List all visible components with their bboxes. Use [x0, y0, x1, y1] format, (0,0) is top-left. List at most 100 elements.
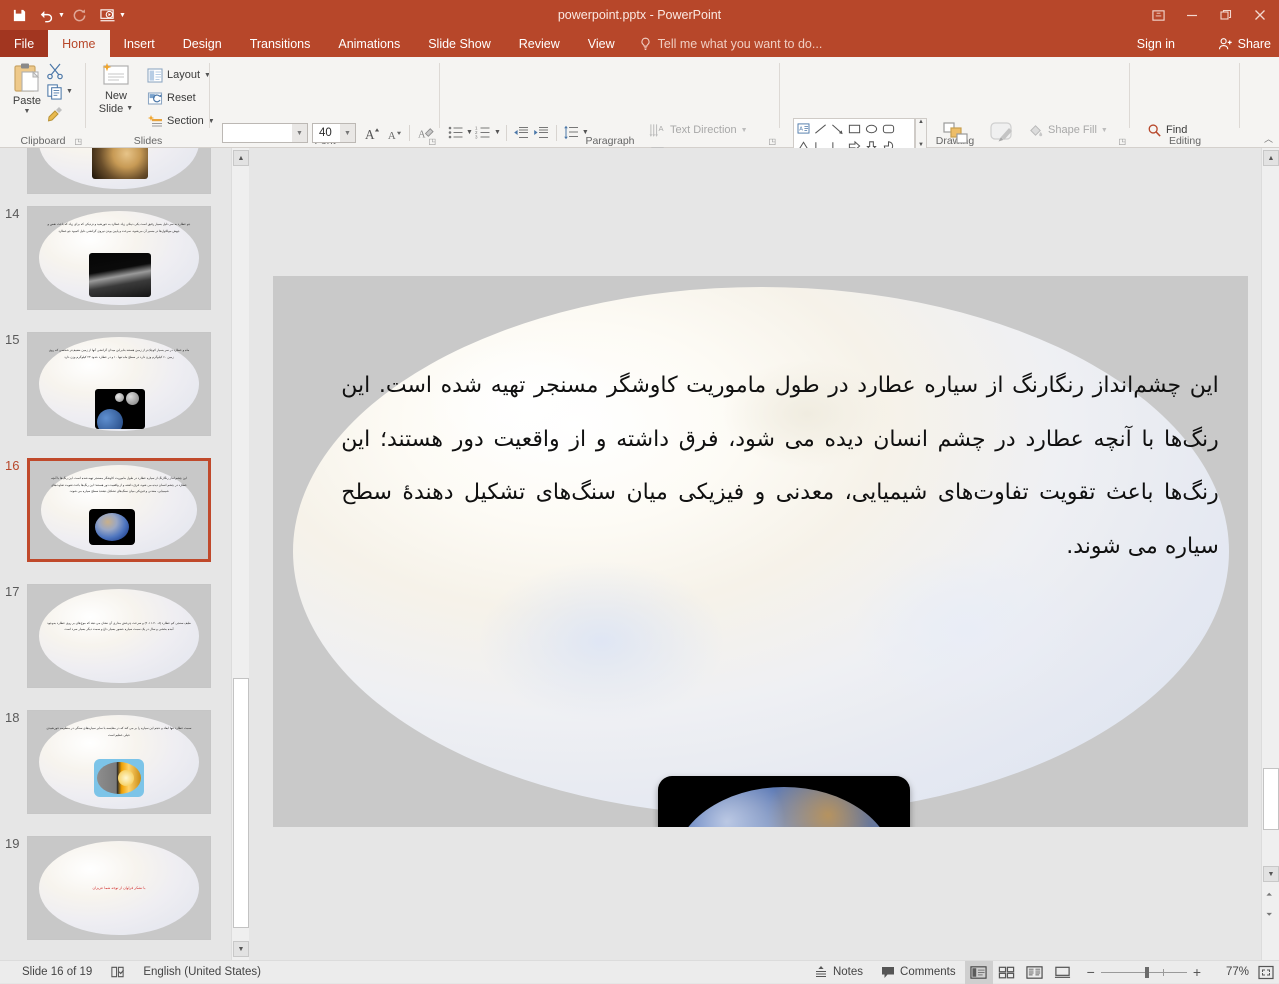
font-name-dropdown-icon[interactable]: ▼	[292, 124, 307, 142]
undo-icon[interactable]	[34, 2, 60, 28]
list-item[interactable]: 18 سمت عطارد تنها ابعاد و حجم این سیاره …	[5, 710, 211, 814]
zoom-out-button[interactable]: −	[1081, 964, 1101, 980]
paste-button[interactable]: Paste ▼	[4, 61, 50, 116]
save-icon[interactable]	[6, 2, 32, 28]
decrease-indent-button[interactable]	[512, 123, 531, 142]
current-slide[interactable]: این چشم‌انداز رنگارنگ از سیاره عطارد در …	[273, 276, 1248, 827]
customize-qat-icon[interactable]: ▼	[119, 12, 126, 19]
line-spacing-button[interactable]	[562, 123, 581, 142]
slide-thumbnail-15[interactable]: ماه و عطارد در سر بسیار کوچک‌تر از زمین …	[27, 332, 211, 436]
font-size-dropdown-icon[interactable]: ▼	[340, 124, 355, 142]
thumbnail-scrollbar[interactable]: ▲ ▼	[231, 148, 249, 960]
slide-image-mercury[interactable]	[658, 776, 910, 827]
shape-rounded-rectangle-icon[interactable]	[880, 120, 897, 137]
shape-rectangle-icon[interactable]	[846, 120, 863, 137]
find-button[interactable]: Find	[1144, 119, 1190, 141]
zoom-slider-handle[interactable]	[1144, 966, 1149, 978]
undo-dropdown-icon[interactable]: ▼	[58, 12, 65, 19]
slide-sorter-view-button[interactable]	[993, 961, 1021, 984]
collapse-ribbon-button[interactable]: ︿	[1264, 132, 1273, 145]
language-indicator[interactable]: English (United States)	[134, 961, 270, 984]
numbering-button[interactable]: 123	[474, 123, 493, 142]
font-name-input[interactable]: ▼	[222, 123, 308, 143]
list-item[interactable]: 19 با تشکر فراوان از توجه شما عزیزان	[5, 836, 211, 940]
tell-me-box[interactable]: Tell me what you want to do...	[629, 30, 833, 57]
tab-transitions[interactable]: Transitions	[236, 30, 325, 57]
clear-formatting-button[interactable]: A	[415, 123, 435, 143]
new-slide-button[interactable]: New Slide ▼	[92, 62, 140, 115]
ribbon-display-options-icon[interactable]	[1141, 0, 1175, 30]
notes-button[interactable]: Notes	[805, 961, 872, 984]
clipboard-dialog-launcher[interactable]: ◳	[74, 137, 82, 146]
slide-thumbnail-17[interactable]: طیف سنجی کم عطارد (۲۰۰۸-۲۰۱۱) و سرعت چرخ…	[27, 584, 211, 688]
shape-oval-icon[interactable]	[863, 120, 880, 137]
shape-fill-dropdown-icon[interactable]: ▼	[1101, 127, 1108, 134]
copy-dropdown-icon[interactable]: ▼	[66, 88, 73, 95]
list-item[interactable]: 14 جو عطارد به سر دلیل بسیار رقیق است یک…	[5, 206, 211, 310]
slide-thumbnail-19[interactable]: با تشکر فراوان از توجه شما عزیزان	[27, 836, 211, 940]
slide-thumbnail-pane[interactable]: 14 جو عطارد به سر دلیل بسیار رقیق است یک…	[0, 148, 231, 960]
sign-in-button[interactable]: Sign in	[1137, 30, 1175, 57]
shape-arrow-icon[interactable]	[829, 120, 846, 137]
slide-thumbnail-14[interactable]: جو عطارد به سر دلیل بسیار رقیق است یکی د…	[27, 206, 211, 310]
zoom-level-label[interactable]: 77%	[1211, 961, 1253, 984]
text-direction-button[interactable]: A Text Direction ▼	[646, 119, 751, 141]
list-item[interactable]: 15 ماه و عطارد در سر بسیار کوچک‌تر از زم…	[5, 332, 211, 436]
tab-slide-show[interactable]: Slide Show	[414, 30, 505, 57]
shape-fill-button[interactable]: Shape Fill ▼	[1025, 119, 1111, 141]
comments-button[interactable]: Comments	[872, 961, 965, 984]
thumbnail-scroll-up-button[interactable]: ▲	[233, 150, 249, 166]
paragraph-dialog-launcher[interactable]: ◳	[768, 137, 776, 146]
slide-scroll-up-button[interactable]: ▲	[1263, 150, 1279, 166]
zoom-slider[interactable]: − +	[1077, 964, 1211, 980]
fit-slide-to-window-button[interactable]	[1253, 961, 1279, 984]
bullets-dropdown-icon[interactable]: ▼	[466, 129, 473, 136]
normal-view-button[interactable]	[964, 960, 993, 984]
line-spacing-dropdown-icon[interactable]: ▼	[582, 129, 589, 136]
tab-file[interactable]: File	[0, 30, 49, 57]
slide-thumbnail-13[interactable]	[27, 148, 211, 194]
decrease-font-size-button[interactable]: A	[384, 123, 404, 143]
slide-pane-scrollbar[interactable]: ▲ ▼ ⏶ ⏷	[1261, 148, 1279, 960]
format-painter-button[interactable]	[46, 105, 64, 128]
reset-button[interactable]: Reset	[144, 87, 199, 109]
next-slide-button[interactable]: ⏷	[1266, 910, 1272, 920]
shape-line-icon[interactable]	[812, 120, 829, 137]
tab-review[interactable]: Review	[505, 30, 574, 57]
zoom-in-button[interactable]: +	[1187, 964, 1207, 980]
tab-view[interactable]: View	[574, 30, 629, 57]
copy-button[interactable]: ▼	[46, 83, 73, 100]
numbering-dropdown-icon[interactable]: ▼	[494, 129, 501, 136]
start-slideshow-icon[interactable]	[95, 2, 121, 28]
bullets-button[interactable]	[446, 123, 465, 142]
slide-editing-pane[interactable]: این چشم‌انداز رنگارنگ از سیاره عطارد در …	[249, 148, 1255, 960]
new-slide-dropdown-icon[interactable]: ▼	[126, 105, 133, 113]
spellcheck-button[interactable]	[101, 961, 134, 984]
zoom-track[interactable]	[1100, 966, 1187, 978]
reading-view-button[interactable]	[1021, 961, 1049, 984]
tab-animations[interactable]: Animations	[324, 30, 414, 57]
list-item[interactable]: 16 این چشم‌انداز رنگارنگ از سیاره عطارد …	[5, 458, 211, 562]
slide-thumbnail-18[interactable]: سمت عطارد تنها ابعاد و حجم این سیاره را …	[27, 710, 211, 814]
slide-body-text[interactable]: این چشم‌انداز رنگارنگ از سیاره عطارد در …	[341, 359, 1219, 575]
previous-slide-button[interactable]: ⏶	[1266, 890, 1272, 900]
slide-scroll-down-button[interactable]: ▼	[1263, 866, 1279, 882]
slide-thumbnail-16[interactable]: این چشم‌انداز رنگارنگ از سیاره عطارد در …	[27, 458, 211, 562]
cut-button[interactable]	[46, 62, 64, 85]
list-item[interactable]: 17 طیف سنجی کم عطارد (۲۰۰۸-۲۰۱۱) و سرعت …	[5, 584, 211, 688]
slideshow-view-button[interactable]	[1049, 961, 1077, 984]
tab-design[interactable]: Design	[169, 30, 236, 57]
slide-scrollbar-thumb[interactable]	[1263, 768, 1279, 830]
restore-button[interactable]	[1209, 0, 1243, 30]
increase-font-size-button[interactable]: A	[362, 123, 382, 143]
shapes-scroll-up-icon[interactable]: ▲	[918, 119, 924, 125]
share-button[interactable]: Share	[1218, 30, 1271, 57]
paste-dropdown-icon[interactable]: ▼	[24, 108, 31, 116]
tab-home[interactable]: Home	[48, 30, 110, 57]
text-direction-dropdown-icon[interactable]: ▼	[741, 127, 748, 134]
shape-textbox-icon[interactable]: A	[795, 120, 812, 137]
list-item[interactable]	[27, 148, 211, 194]
layout-button[interactable]: Layout ▼	[144, 64, 214, 86]
tab-insert[interactable]: Insert	[110, 30, 169, 57]
close-button[interactable]	[1243, 0, 1277, 30]
